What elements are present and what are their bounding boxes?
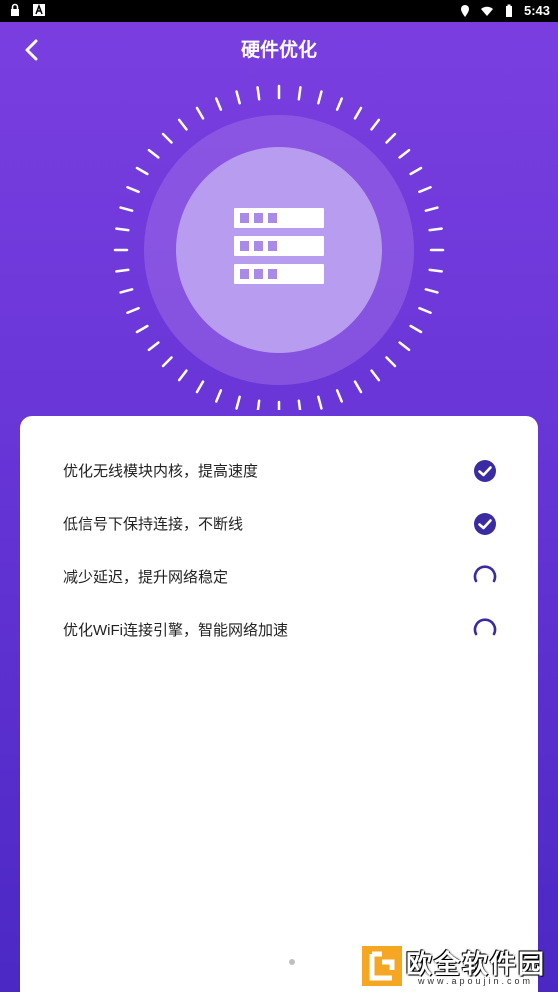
watermark-url: www.apoujin.com — [418, 976, 534, 986]
task-card: 优化无线模块内核，提高速度 低信号下保持连接，不断线 减少延迟，提升网络稳定优化Wi… — [20, 416, 538, 992]
gauge-tick — [126, 306, 140, 315]
header: 硬件优化 — [0, 22, 558, 76]
gauge-tick — [147, 148, 160, 159]
gauge-tick — [235, 90, 241, 105]
check-circle-icon — [474, 512, 496, 535]
gauge-tick — [119, 288, 134, 294]
gauge-tick — [297, 86, 302, 101]
task-label: 低信号下保持连接，不断线 — [63, 516, 244, 533]
gauge-tick — [256, 86, 261, 101]
task-item: 优化无线模块内核，提高速度 — [20, 444, 538, 497]
gauge-tick — [161, 132, 173, 144]
battery-icon — [505, 4, 512, 17]
check-circle-icon — [474, 459, 496, 482]
server-rack-icon — [234, 208, 324, 284]
task-item: 优化WiFi连接引擎，智能网络加速 — [20, 603, 538, 656]
gauge-tick — [409, 166, 423, 176]
gauge-tick — [335, 389, 344, 403]
gauge-tick — [418, 185, 432, 194]
status-bar: 5:43 — [0, 0, 558, 22]
gauge-tick — [428, 268, 443, 273]
gauge-tick — [398, 148, 411, 159]
gauge-tick — [297, 399, 302, 410]
gauge-tick — [147, 341, 160, 352]
gauge-tick — [370, 369, 381, 382]
gauge-tick — [317, 90, 323, 105]
gauge-tick — [418, 306, 432, 315]
task-list: 优化无线模块内核，提高速度 低信号下保持连接，不断线 减少延迟，提升网络稳定优化Wi… — [20, 416, 538, 656]
gauge-tick — [135, 324, 149, 334]
status-time: 5:43 — [523, 3, 550, 18]
task-label: 减少延迟，提升网络稳定 — [63, 569, 229, 586]
gauge-tick — [115, 227, 130, 232]
gauge-tick — [195, 106, 205, 120]
gauge-tick — [424, 206, 439, 212]
gauge-tick — [317, 395, 323, 410]
gauge-tick — [353, 106, 363, 120]
gauge-tick — [214, 389, 223, 403]
gauge-tick — [370, 118, 381, 131]
gauge-tick — [335, 97, 344, 111]
gauge-tick — [126, 185, 140, 194]
location-icon — [460, 4, 469, 17]
gauge-tick — [398, 341, 411, 352]
gauge-tick — [385, 132, 397, 144]
gauge-tick — [214, 97, 223, 111]
lock-icon — [11, 3, 19, 16]
task-label: 优化WiFi连接引擎，智能网络加速 — [63, 622, 288, 639]
gauge-tick — [409, 324, 423, 334]
gauge-tick — [385, 356, 397, 368]
gauge-tick — [119, 206, 134, 212]
gauge-tick — [256, 399, 261, 410]
gauge-tick — [235, 395, 241, 410]
page-indicator-dot — [289, 959, 295, 965]
watermark-icon — [362, 946, 402, 986]
app-root: 5:43 硬件优化 优化无线模块内核，提高速度 低信号下保持连接，不断线 减少延迟， — [0, 0, 558, 992]
loading-spinner-icon — [473, 617, 497, 635]
task-item: 低信号下保持连接，不断线 — [20, 497, 538, 550]
gauge-tick — [161, 356, 173, 368]
gauge-tick — [195, 380, 205, 394]
gauge-tick — [353, 380, 363, 394]
optimization-gauge — [113, 84, 445, 410]
gauge-tick — [424, 288, 439, 294]
gauge-tick — [115, 268, 130, 273]
gauge-tick — [177, 118, 188, 131]
loading-spinner-icon — [473, 564, 497, 582]
task-label: 优化无线模块内核，提高速度 — [63, 463, 259, 480]
gauge-tick — [428, 227, 443, 232]
task-item: 减少延迟，提升网络稳定 — [20, 550, 538, 603]
wifi-icon — [480, 6, 493, 16]
gauge-tick — [177, 369, 188, 382]
page-title: 硬件优化 — [240, 40, 317, 61]
gauge-tick — [135, 166, 149, 176]
a-icon — [33, 3, 45, 16]
watermark-logo: 欧全软件园 www.apoujin.com — [358, 940, 558, 992]
